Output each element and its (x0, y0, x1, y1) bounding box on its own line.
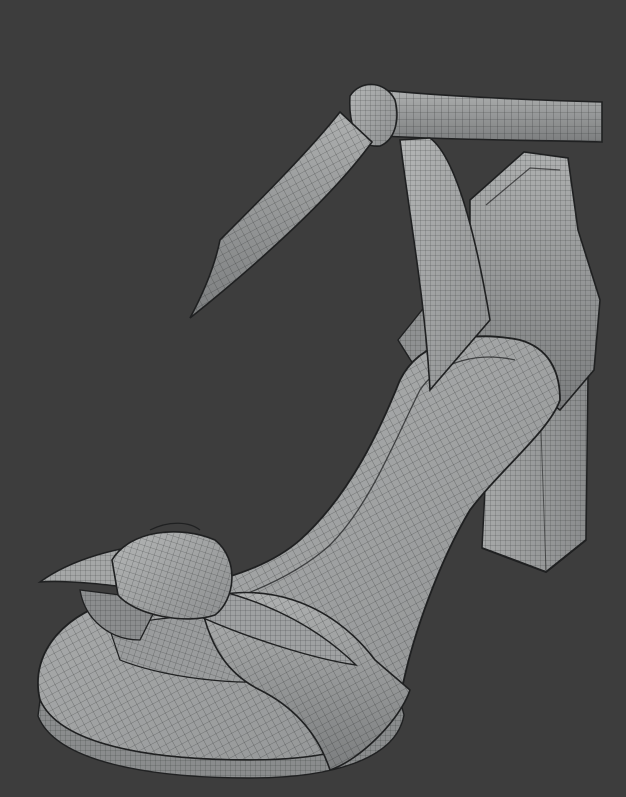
3d-viewport (0, 0, 626, 797)
ankle-tie-free-end (189, 110, 374, 319)
sandal-render (37, 83, 603, 779)
ankle-strap (379, 89, 603, 143)
